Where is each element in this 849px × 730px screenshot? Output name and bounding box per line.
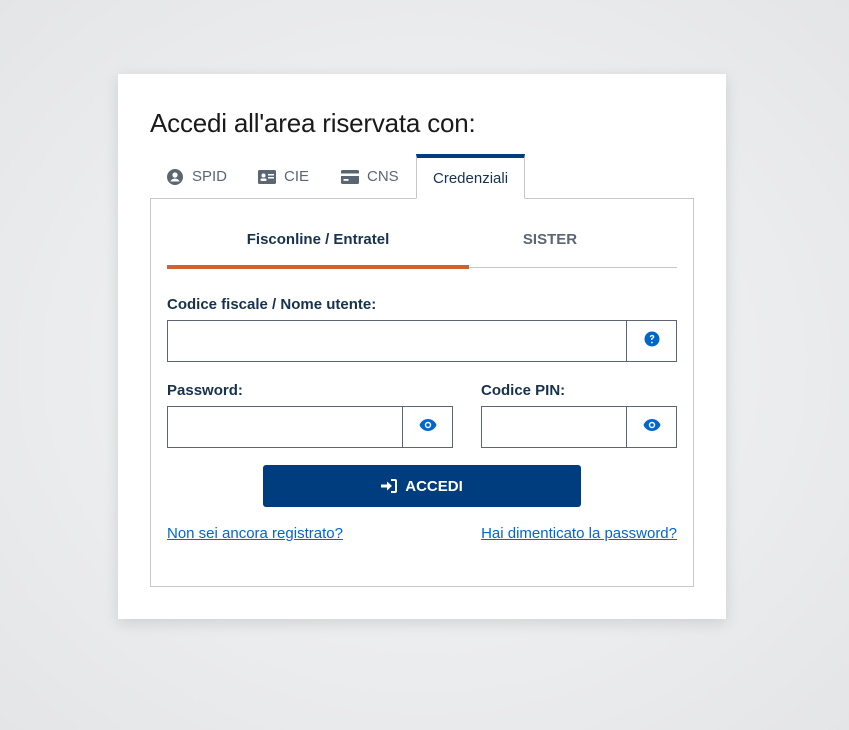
username-field-wrapper: [167, 320, 677, 362]
subtab-sister[interactable]: SISTER: [423, 215, 677, 268]
id-card-icon: [258, 168, 276, 186]
username-label: Codice fiscale / Nome utente:: [167, 296, 377, 313]
pin-input[interactable]: [482, 407, 627, 447]
pin-label: Codice PIN:: [481, 382, 566, 399]
tab-label: CIE: [284, 168, 310, 185]
pin-field-wrapper: [481, 406, 677, 448]
login-button[interactable]: ACCEDI: [263, 465, 581, 507]
password-input[interactable]: [168, 407, 403, 447]
show-pin-button[interactable]: [626, 406, 677, 448]
page-title: Accedi all'area riservata con:: [150, 108, 476, 138]
register-link[interactable]: Non sei ancora registrato?: [167, 525, 343, 542]
tab-cie[interactable]: CIE: [258, 154, 309, 199]
question-circle-icon: [644, 331, 660, 352]
login-card: Accedi all'area riservata con: SPID CIE …: [118, 74, 726, 619]
password-label: Password:: [167, 382, 243, 399]
tab-label: SPID: [192, 168, 228, 185]
tab-cns[interactable]: CNS: [341, 154, 399, 199]
tab-credenziali[interactable]: Credenziali: [416, 154, 526, 199]
credentials-panel: Fisconline / Entratel SISTER Codice fisc…: [150, 198, 694, 587]
tab-spid[interactable]: SPID: [166, 154, 227, 199]
eye-icon: [643, 418, 661, 436]
login-method-tabs: SPID CIE CNS Credenziali: [150, 154, 694, 199]
username-input[interactable]: [168, 321, 627, 361]
login-button-label: ACCEDI: [405, 477, 463, 495]
forgot-password-link[interactable]: Hai dimenticato la password?: [481, 525, 677, 542]
credit-card-icon: [341, 168, 359, 186]
credential-type-tabs: Fisconline / Entratel SISTER: [167, 215, 677, 269]
tab-label: Credenziali: [433, 169, 509, 187]
tab-label: CNS: [367, 168, 399, 185]
eye-icon: [419, 418, 437, 436]
show-password-button[interactable]: [402, 406, 453, 448]
sign-in-icon: [381, 479, 398, 493]
password-field-wrapper: [167, 406, 453, 448]
help-button[interactable]: [626, 320, 677, 362]
user-circle-icon: [166, 168, 184, 186]
